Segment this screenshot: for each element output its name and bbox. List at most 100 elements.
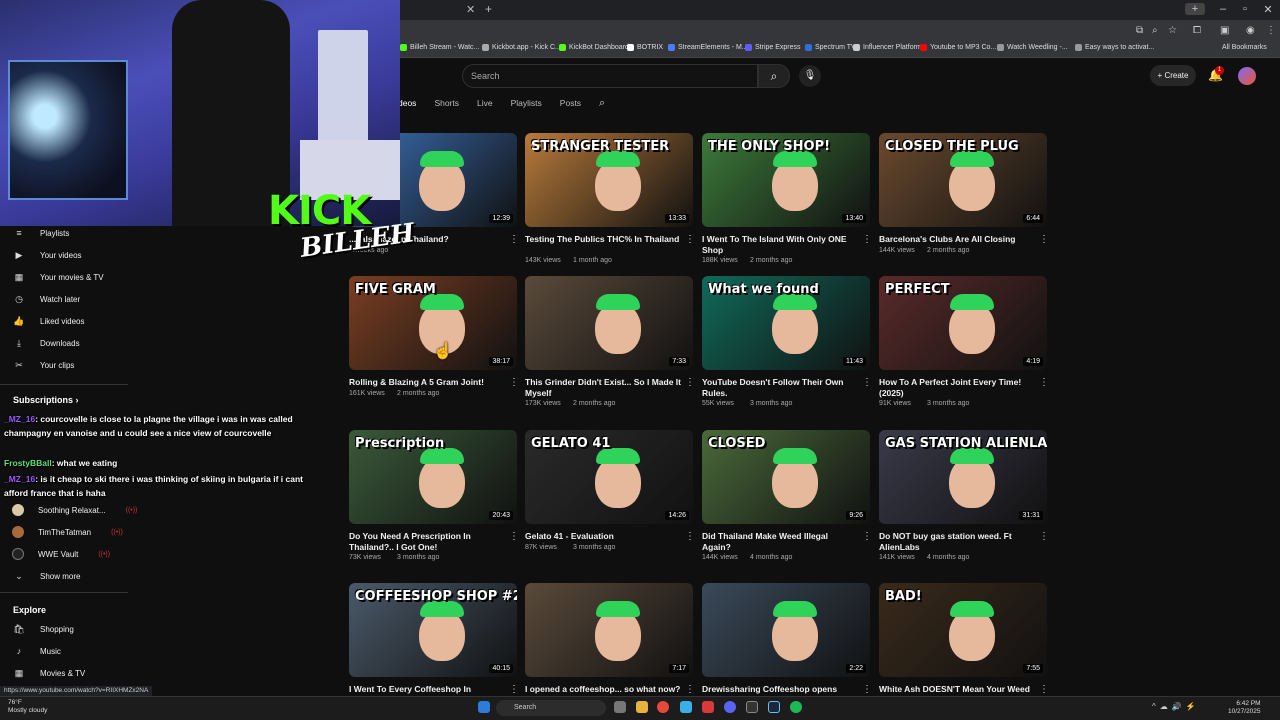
video-title[interactable]: How To A Perfect Joint Every Time! (2025… bbox=[879, 377, 1035, 399]
video-menu-icon[interactable]: ⋮ bbox=[685, 531, 695, 542]
video-thumbnail[interactable]: Prescription 20:43 bbox=[349, 430, 517, 524]
video-menu-icon[interactable]: ⋮ bbox=[509, 377, 519, 388]
search-input[interactable]: Search bbox=[462, 64, 758, 88]
video-title[interactable]: I opened a coffeeshop... so what now? bbox=[525, 684, 681, 695]
video-thumbnail[interactable]: GAS STATION ALIENLABS 31:31 bbox=[879, 430, 1047, 524]
bookmark-item[interactable]: KickBot Dashboard bbox=[559, 44, 629, 51]
sidebar-item-liked-videos[interactable]: 👍 Liked videos bbox=[12, 314, 84, 328]
sidebar-sub-timthetatman[interactable]: TimTheTatman ((•)) bbox=[12, 525, 123, 539]
sidepanel-icon[interactable]: ▣ bbox=[1220, 25, 1229, 36]
bookmark-item[interactable]: Influencer Platform bbox=[853, 44, 922, 51]
file-explorer-icon[interactable] bbox=[636, 701, 648, 713]
video-menu-icon[interactable]: ⋮ bbox=[862, 377, 872, 388]
video-menu-icon[interactable]: ⋮ bbox=[509, 531, 519, 542]
video-thumbnail[interactable]: CLOSED THE PLUG 6:44 bbox=[879, 133, 1047, 227]
video-menu-icon[interactable]: ⋮ bbox=[1039, 531, 1049, 542]
video-menu-icon[interactable]: ⋮ bbox=[685, 684, 695, 695]
cast-icon[interactable]: ⧉ bbox=[1136, 25, 1143, 36]
sidebar-item-your-movies-tv[interactable]: ▦ Your movies & TV bbox=[12, 270, 104, 284]
sidebar-item-shopping[interactable]: 🛍 Shopping bbox=[12, 622, 74, 636]
taskbar-search[interactable]: Search bbox=[496, 700, 606, 716]
bookmark-item[interactable]: BOTRIX bbox=[627, 44, 663, 51]
app-icon[interactable] bbox=[702, 701, 714, 713]
sidebar-item-movies-tv[interactable]: ▦ Movies & TV bbox=[12, 666, 85, 680]
video-thumbnail[interactable]: STRANGER TESTER 13:33 bbox=[525, 133, 693, 227]
tab-posts[interactable]: Posts bbox=[560, 98, 581, 112]
voice-search-button[interactable]: 🎙 bbox=[799, 65, 821, 87]
show-more-button[interactable]: ⌄ Show more bbox=[12, 569, 80, 583]
video-thumbnail[interactable]: What we found 11:43 bbox=[702, 276, 870, 370]
maximize-icon[interactable]: ▫ bbox=[1235, 3, 1255, 15]
video-thumbnail[interactable]: 7:17 bbox=[525, 583, 693, 677]
video-title[interactable]: Barcelona's Clubs Are All Closing bbox=[879, 234, 1035, 245]
all-bookmarks[interactable]: All Bookmarks bbox=[1222, 44, 1267, 51]
app-icon[interactable] bbox=[746, 701, 758, 713]
video-menu-icon[interactable]: ⋮ bbox=[1039, 234, 1049, 245]
tab-live[interactable]: Live bbox=[477, 98, 493, 112]
bookmark-item[interactable]: Kickbot.app - Kick C... bbox=[482, 44, 561, 51]
video-title[interactable]: Do You Need A Prescription In Thailand?.… bbox=[349, 531, 505, 553]
sidebar-item-watch-later[interactable]: ◷ Watch later bbox=[12, 292, 80, 306]
new-tab-icon[interactable]: + bbox=[485, 2, 492, 16]
bookmark-item[interactable]: Watch Weedling -... bbox=[997, 44, 1068, 51]
sidebar-sub-wwe-vault[interactable]: WWE Vault ((•)) bbox=[12, 547, 110, 561]
sidebar-item-your-videos[interactable]: ▶ Your videos bbox=[12, 248, 82, 262]
bookmark-item[interactable]: Youtube to MP3 Co... bbox=[920, 44, 996, 51]
video-thumbnail[interactable]: 2:22 bbox=[702, 583, 870, 677]
video-title[interactable]: Testing The Publics THC% In Thailand bbox=[525, 234, 681, 245]
close-window-icon[interactable]: ✕ bbox=[1258, 3, 1278, 16]
video-menu-icon[interactable]: ⋮ bbox=[1039, 684, 1049, 695]
create-button[interactable]: + Create bbox=[1150, 65, 1196, 86]
start-icon[interactable] bbox=[478, 701, 490, 713]
video-menu-icon[interactable]: ⋮ bbox=[862, 684, 872, 695]
bookmark-item[interactable]: Spectrum TV bbox=[805, 44, 856, 51]
video-thumbnail[interactable]: PERFECT 4:19 bbox=[879, 276, 1047, 370]
video-thumbnail[interactable]: COFFEESHOP SHOP #25 40:15 bbox=[349, 583, 517, 677]
video-title[interactable]: This Grinder Didn't Exist... So I Made I… bbox=[525, 377, 681, 399]
video-title[interactable]: Do NOT buy gas station weed. Ft AlienLab… bbox=[879, 531, 1035, 553]
account-avatar[interactable] bbox=[1238, 67, 1256, 85]
sidebar-item-downloads[interactable]: ⤓ Downloads bbox=[12, 336, 80, 350]
video-title[interactable]: YouTube Doesn't Follow Their Own Rules. bbox=[702, 377, 858, 399]
weather-widget[interactable]: 76°F Mostly cloudy bbox=[8, 699, 47, 715]
spotify-icon[interactable] bbox=[790, 701, 802, 713]
menu-icon[interactable]: ⋮ bbox=[1266, 25, 1276, 36]
tab-playlists[interactable]: Playlists bbox=[511, 98, 542, 112]
steam-icon[interactable] bbox=[768, 701, 780, 713]
zoom-icon[interactable]: ⌕ bbox=[1152, 25, 1158, 36]
bookmark-item[interactable]: StreamElements - M... bbox=[668, 44, 748, 51]
subscriptions-heading[interactable]: Subscriptions › bbox=[13, 395, 79, 405]
video-title[interactable]: Rolling & Blazing A 5 Gram Joint! bbox=[349, 377, 505, 388]
video-menu-icon[interactable]: ⋮ bbox=[509, 684, 519, 695]
video-menu-icon[interactable]: ⋮ bbox=[509, 234, 519, 245]
video-title[interactable]: I Went To The Island With Only ONE Shop bbox=[702, 234, 858, 256]
search-button[interactable]: ⌕ bbox=[758, 64, 790, 88]
video-title[interactable]: Gelato 41 - Evaluation bbox=[525, 531, 681, 542]
bookmark-item[interactable]: Billeh Stream - Watc... bbox=[400, 44, 479, 51]
video-thumbnail[interactable]: BAD! 7:55 bbox=[879, 583, 1047, 677]
video-menu-icon[interactable]: ⋮ bbox=[862, 531, 872, 542]
chrome-icon[interactable] bbox=[657, 701, 669, 713]
video-thumbnail[interactable]: GELATO 41 14:26 bbox=[525, 430, 693, 524]
video-title[interactable]: Did Thailand Make Weed Illegal Again? bbox=[702, 531, 858, 553]
bookmark-item[interactable]: Stripe Express bbox=[745, 44, 801, 51]
bookmark-item[interactable]: Easy ways to activat... bbox=[1075, 44, 1154, 51]
app-icon[interactable] bbox=[680, 701, 692, 713]
bookmark-star-icon[interactable]: ☆ bbox=[1168, 25, 1177, 36]
video-menu-icon[interactable]: ⋮ bbox=[1039, 377, 1049, 388]
video-thumbnail[interactable]: 7:33 bbox=[525, 276, 693, 370]
sidebar-item-playlists[interactable]: ≡ Playlists bbox=[12, 226, 69, 240]
tab-videos[interactable]: deos bbox=[398, 98, 416, 112]
profile-icon[interactable]: ◉ bbox=[1246, 25, 1255, 36]
channel-search-icon[interactable]: ⌕ bbox=[599, 97, 605, 110]
minimize-icon[interactable]: – bbox=[1213, 3, 1233, 15]
tab-shorts[interactable]: Shorts bbox=[434, 98, 459, 112]
task-view-icon[interactable] bbox=[614, 701, 626, 713]
video-menu-icon[interactable]: ⋮ bbox=[862, 234, 872, 245]
discord-icon[interactable] bbox=[724, 701, 736, 713]
video-menu-icon[interactable]: ⋮ bbox=[685, 234, 695, 245]
sidebar-sub-soothing[interactable]: Soothing Relaxat... ((•)) bbox=[12, 503, 137, 517]
sidebar-item-music[interactable]: ♪ Music bbox=[12, 644, 61, 658]
extensions-icon[interactable]: ⧠ bbox=[1193, 25, 1201, 36]
tab-close-icon[interactable]: ✕ bbox=[466, 3, 475, 16]
